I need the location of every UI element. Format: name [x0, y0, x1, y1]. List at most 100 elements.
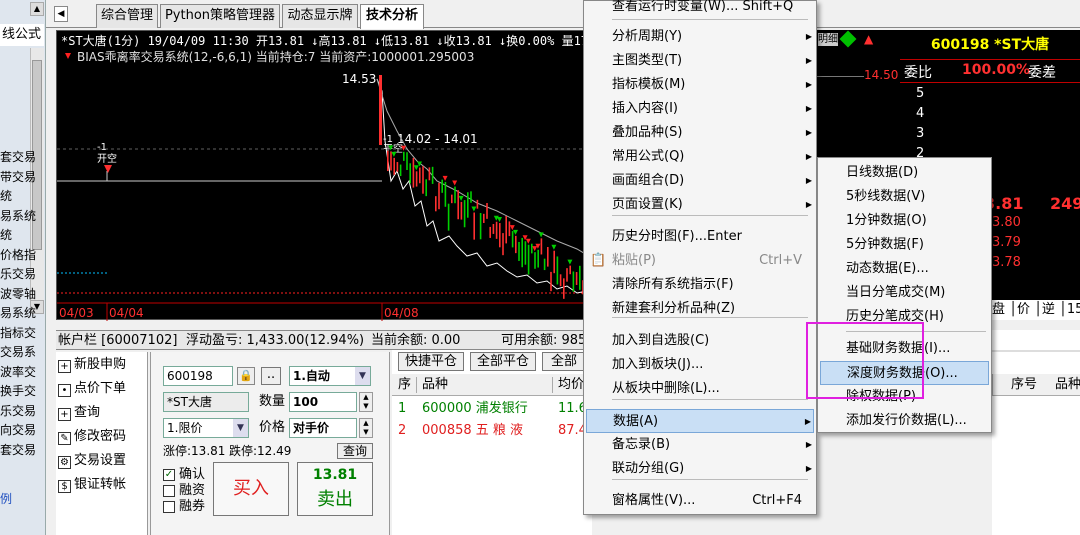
- tab-technical-analysis[interactable]: 技术分析: [360, 4, 424, 29]
- menu-item[interactable]: 分析周期(Y) ▶: [586, 25, 814, 49]
- menu-item[interactable]: 联动分组(G) ▶: [586, 457, 814, 481]
- trade-menu-item[interactable]: • 点价下单: [58, 378, 126, 400]
- confirm-checkbox[interactable]: ✓: [163, 469, 175, 481]
- scroll-up-arrow-icon[interactable]: ▲: [30, 2, 44, 16]
- menu-item[interactable]: 画面组合(D) ▶: [586, 169, 814, 193]
- menu-item[interactable]: 指标模板(M) ▶: [586, 73, 814, 97]
- date-label-2: 04/04: [109, 306, 144, 320]
- menu-item[interactable]: 插入内容(I) ▶: [586, 97, 814, 121]
- table-row[interactable]: 2 000858 五 粮 液 87.4: [392, 420, 592, 442]
- menu-item[interactable]: 数据(A) ▶: [586, 409, 814, 433]
- submenu-item[interactable]: 添加发行价数据(L)...: [820, 409, 989, 433]
- close-all-button[interactable]: 全部平仓: [470, 352, 536, 371]
- stock-code-input[interactable]: 600198: [163, 366, 233, 386]
- tab-prev-icon[interactable]: ◀: [54, 6, 68, 22]
- current-balance: 当前余额: 0.00: [371, 333, 461, 348]
- menu-item[interactable]: 加入到板块(J)...: [586, 353, 814, 377]
- left-nav-item[interactable]: 易系统: [0, 207, 40, 225]
- left-nav-item[interactable]: 波零轴: [0, 285, 40, 303]
- left-nav-item[interactable]: 套交易: [0, 148, 40, 166]
- left-nav-item[interactable]: 乐交易: [0, 402, 40, 420]
- left-nav-item[interactable]: 乐交易: [0, 265, 40, 283]
- browse-button[interactable]: ..: [261, 367, 281, 385]
- quick-close-button[interactable]: 快捷平仓: [398, 352, 464, 371]
- candle: [499, 223, 501, 248]
- menu-item-label: 窗格属性(V)...: [612, 493, 696, 508]
- left-nav-item[interactable]: 统: [0, 226, 40, 244]
- candle: [534, 252, 536, 269]
- sell-label: 卖出: [317, 489, 353, 510]
- menu-item[interactable]: 备忘录(B) ▶: [586, 433, 814, 457]
- chevron-down-icon-2[interactable]: ▼: [233, 419, 248, 437]
- price-chart[interactable]: *ST大唐(1分) 19/04/09 11:30 开13.81 ↓高13.81 …: [56, 30, 587, 321]
- tab-python-strategy[interactable]: Python策略管理器: [160, 4, 280, 28]
- limit-down: 跌停:12.49: [229, 444, 292, 458]
- trade-menu-item[interactable]: + 查询: [58, 402, 100, 424]
- left-nav-item[interactable]: 价格指: [0, 246, 40, 264]
- menu-item-label: 主图类型(T): [612, 53, 683, 68]
- left-nav-item[interactable]: 向交易: [0, 421, 40, 439]
- price-stepper[interactable]: ▲ ▼: [359, 418, 373, 438]
- menu-item[interactable]: 常用公式(Q) ▶: [586, 145, 814, 169]
- tab-dynamic-board[interactable]: 动态显示牌: [282, 4, 358, 28]
- trade-menu-item[interactable]: + 新股申购: [58, 354, 126, 376]
- chart-info-line: *ST大唐(1分) 19/04/09 11:30 开13.81 ↓高13.81 …: [61, 33, 587, 48]
- left-nav-item[interactable]: 套交易: [0, 441, 40, 459]
- menu-item-runtime-vars[interactable]: 查看运行时变量(W)... Shift+Q: [586, 0, 814, 19]
- qty-input[interactable]: 100: [289, 392, 357, 412]
- submenu-item-label: 日线数据(D): [846, 165, 919, 180]
- left-nav-item[interactable]: 波率交: [0, 363, 40, 381]
- menu-item[interactable]: 清除所有系统指示(F): [586, 273, 814, 297]
- menu-item[interactable]: 加入到自选股(C): [586, 329, 814, 353]
- left-nav-item[interactable]: 带交易: [0, 168, 40, 186]
- left-nav-item[interactable]: 统: [0, 187, 40, 205]
- menu-item-label: 页面设置(K): [612, 197, 683, 212]
- submenu-item[interactable]: 当日分笔成交(M): [820, 281, 989, 305]
- left-nav-item[interactable]: 指标交: [0, 324, 40, 342]
- candle: [457, 190, 459, 220]
- submenu-item[interactable]: 动态数据(E)...: [820, 257, 989, 281]
- menu-item[interactable]: 📋 粘贴(P) Ctrl+V: [586, 249, 814, 273]
- all-button[interactable]: 全部: [542, 352, 586, 371]
- trade-menu-item[interactable]: ⚙ 交易设置: [58, 450, 126, 472]
- candle: [451, 194, 453, 204]
- submenu-item[interactable]: 1分钟数据(O): [820, 209, 989, 233]
- left-nav-item[interactable]: 换手交: [0, 382, 40, 400]
- lock-icon[interactable]: 🔒: [237, 367, 255, 385]
- candle: [390, 151, 392, 171]
- menu-item[interactable]: 从板块中删除(L)...: [586, 377, 814, 401]
- detail-tag[interactable]: 明细: [818, 33, 838, 46]
- margin-checkbox[interactable]: [163, 485, 175, 497]
- account-id: 帐户栏 [60007102]: [58, 333, 178, 348]
- candle: [502, 233, 504, 256]
- left-nav-item[interactable]: 例: [0, 490, 40, 508]
- left-nav-item[interactable]: 易系统: [0, 304, 40, 322]
- price-input[interactable]: 对手价: [289, 418, 357, 438]
- short-checkbox[interactable]: [163, 501, 175, 513]
- signal-minus1: -1: [97, 142, 107, 153]
- green-diamond-icon[interactable]: [839, 30, 857, 48]
- menu-item[interactable]: 叠加品种(S) ▶: [586, 121, 814, 145]
- qty-stepper[interactable]: ▲ ▼: [359, 392, 373, 412]
- submenu-item[interactable]: 日线数据(D): [820, 161, 989, 185]
- table-row[interactable]: 1 600000 浦发银行 11.6: [392, 398, 592, 420]
- quote-bottom-tabs[interactable]: 盘 │价 │逆 │15: [990, 300, 1080, 320]
- left-nav-item[interactable]: 交易系: [0, 343, 40, 361]
- menu-item[interactable]: 历史分时图(F)...Enter: [586, 225, 814, 249]
- menu-item[interactable]: 窗格属性(V)... Ctrl+F4: [586, 489, 814, 513]
- trade-menu-item[interactable]: ✎ 修改密码: [58, 426, 126, 448]
- menu-item[interactable]: 页面设置(K) ▶: [586, 193, 814, 217]
- chevron-down-icon[interactable]: ▼: [355, 367, 370, 385]
- sell-button[interactable]: 13.81 卖出: [297, 462, 373, 516]
- trade-menu-item[interactable]: $ 银证转帐: [58, 474, 126, 496]
- submenu-item[interactable]: 5分钟数据(F): [820, 233, 989, 257]
- menu-item[interactable]: 新建套利分析品种(Z): [586, 297, 814, 321]
- menu-item[interactable]: 主图类型(T) ▶: [586, 49, 814, 73]
- limit-up: 涨停:13.81: [163, 444, 226, 458]
- query-button[interactable]: 查询: [337, 443, 373, 459]
- tab-overview[interactable]: 综合管理: [96, 4, 158, 28]
- submenu-item[interactable]: 5秒线数据(V): [820, 185, 989, 209]
- menu-item-shortcut: Ctrl+V: [759, 253, 802, 268]
- signal-arrow-icon: [551, 244, 557, 250]
- buy-button[interactable]: 买入: [213, 462, 289, 516]
